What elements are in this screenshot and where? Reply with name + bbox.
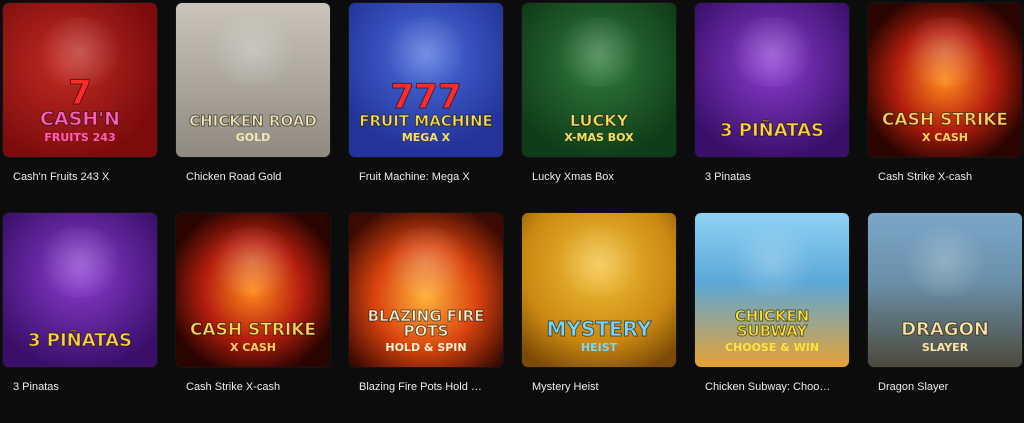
art-glow xyxy=(33,227,127,297)
game-logo-art: 3 Piñatas xyxy=(701,120,843,143)
logo-line: Choose & Win xyxy=(724,341,820,354)
game-logo-art: Cash Strike X Cash xyxy=(874,110,1016,144)
game-card[interactable]: Mystery Heist Mystery Heist xyxy=(522,213,676,423)
game-card[interactable]: 7 Cash'n Fruits 243 Cash'n Fruits 243 X xyxy=(3,3,157,213)
game-card[interactable]: Chicken Road Gold Chicken Road Gold xyxy=(176,3,330,213)
logo-line: X Cash xyxy=(921,131,969,144)
logo-line: X-Mas Box xyxy=(564,131,634,144)
logo-line: Hold & Spin xyxy=(385,341,467,354)
game-title[interactable]: Chicken Road Gold xyxy=(186,171,330,183)
art-glow xyxy=(206,17,300,87)
game-logo-art: Chicken Subway Choose & Win xyxy=(701,307,843,354)
game-title[interactable]: Cash Strike X-cash xyxy=(186,381,330,393)
game-grid: 7 Cash'n Fruits 243 Cash'n Fruits 243 X Chic… xyxy=(3,3,1022,423)
logo-line: Fruits 243 xyxy=(44,131,116,144)
game-card[interactable]: 777 Fruit Machine Mega X Fruit Machine: Meg… xyxy=(349,3,503,213)
game-title[interactable]: Fruit Machine: Mega X xyxy=(359,171,503,183)
game-thumbnail[interactable]: 7 Cash'n Fruits 243 xyxy=(3,3,157,157)
art-glow xyxy=(898,17,992,87)
game-card[interactable]: Lucky X-Mas Box Lucky Xmas Box xyxy=(522,3,676,213)
game-thumbnail[interactable]: Chicken Subway Choose & Win xyxy=(695,213,849,367)
logo-line: 3 Piñatas xyxy=(27,330,133,351)
art-glow xyxy=(898,227,992,297)
game-card[interactable]: 3 Piñatas 3 Pinatas xyxy=(695,3,849,213)
game-title[interactable]: Lucky Xmas Box xyxy=(532,171,676,183)
art-glow xyxy=(552,17,646,87)
game-card[interactable]: Cash Strike X Cash Cash Strike X-cash xyxy=(868,3,1022,213)
game-logo-art: 7 Cash'n Fruits 243 xyxy=(9,73,151,144)
game-card[interactable]: Chicken Subway Choose & Win Chicken Subway… xyxy=(695,213,849,423)
logo-line: 777 xyxy=(390,77,462,117)
logo-line: 3 Piñatas xyxy=(719,120,825,141)
game-thumbnail[interactable]: Chicken Road Gold xyxy=(176,3,330,157)
game-title[interactable]: Blazing Fire Pots Hold … xyxy=(359,381,503,393)
logo-line: 7 xyxy=(68,73,93,113)
logo-line: Dragon xyxy=(901,319,990,340)
art-glow xyxy=(379,227,473,297)
logo-line: Blazing Fire Pots xyxy=(367,307,485,340)
logo-line: Fruit Machine xyxy=(359,112,494,130)
logo-line: Heist xyxy=(580,341,618,354)
art-glow xyxy=(206,227,300,297)
game-card[interactable]: Blazing Fire Pots Hold & Spin Blazing Fire… xyxy=(349,213,503,423)
game-logo-art: 3 Piñatas xyxy=(9,330,151,353)
game-thumbnail[interactable]: Dragon Slayer xyxy=(868,213,1022,367)
game-card[interactable]: 3 Piñatas 3 Pinatas xyxy=(3,213,157,423)
logo-line: Cash'n xyxy=(40,108,121,130)
game-logo-art: Chicken Road Gold xyxy=(182,112,324,144)
logo-line: X Cash xyxy=(229,341,277,354)
logo-line: Mystery xyxy=(546,317,652,341)
game-logo-art: Lucky X-Mas Box xyxy=(528,111,670,144)
game-logo-art: 777 Fruit Machine Mega X xyxy=(355,77,497,144)
game-title[interactable]: 3 Pinatas xyxy=(13,381,157,393)
game-title[interactable]: Dragon Slayer xyxy=(878,381,1022,393)
game-thumbnail[interactable]: 3 Piñatas xyxy=(3,213,157,367)
game-logo-art: Blazing Fire Pots Hold & Spin xyxy=(355,307,497,354)
game-thumbnail[interactable]: Lucky X-Mas Box xyxy=(522,3,676,157)
game-title[interactable]: Cash'n Fruits 243 X xyxy=(13,171,157,183)
logo-line: Cash Strike xyxy=(881,110,1009,130)
game-title[interactable]: Cash Strike X-cash xyxy=(878,171,1022,183)
game-thumbnail[interactable]: Cash Strike X Cash xyxy=(868,3,1022,157)
logo-line: Gold xyxy=(235,131,271,144)
art-glow xyxy=(552,227,646,297)
game-card[interactable]: Cash Strike X Cash Cash Strike X-cash xyxy=(176,213,330,423)
game-title[interactable]: Mystery Heist xyxy=(532,381,676,393)
game-thumbnail[interactable]: 777 Fruit Machine Mega X xyxy=(349,3,503,157)
logo-line: Mega X xyxy=(401,131,451,144)
game-title[interactable]: 3 Pinatas xyxy=(705,171,849,183)
art-glow xyxy=(725,17,819,87)
game-thumbnail[interactable]: Mystery Heist xyxy=(522,213,676,367)
game-title[interactable]: Chicken Subway: Choo… xyxy=(705,381,849,393)
art-glow xyxy=(725,227,819,297)
logo-line: Lucky xyxy=(569,111,629,130)
game-logo-art: Mystery Heist xyxy=(528,317,670,354)
game-thumbnail[interactable]: Cash Strike X Cash xyxy=(176,213,330,367)
game-thumbnail[interactable]: Blazing Fire Pots Hold & Spin xyxy=(349,213,503,367)
logo-line: Cash Strike xyxy=(189,320,317,340)
game-thumbnail[interactable]: 3 Piñatas xyxy=(695,3,849,157)
game-card[interactable]: Dragon Slayer Dragon Slayer xyxy=(868,213,1022,423)
game-logo-art: Dragon Slayer xyxy=(874,319,1016,354)
logo-line: Slayer xyxy=(921,341,969,354)
game-logo-art: Cash Strike X Cash xyxy=(182,320,324,354)
logo-line: Chicken Subway xyxy=(734,307,810,340)
logo-line: Chicken Road xyxy=(189,112,318,130)
